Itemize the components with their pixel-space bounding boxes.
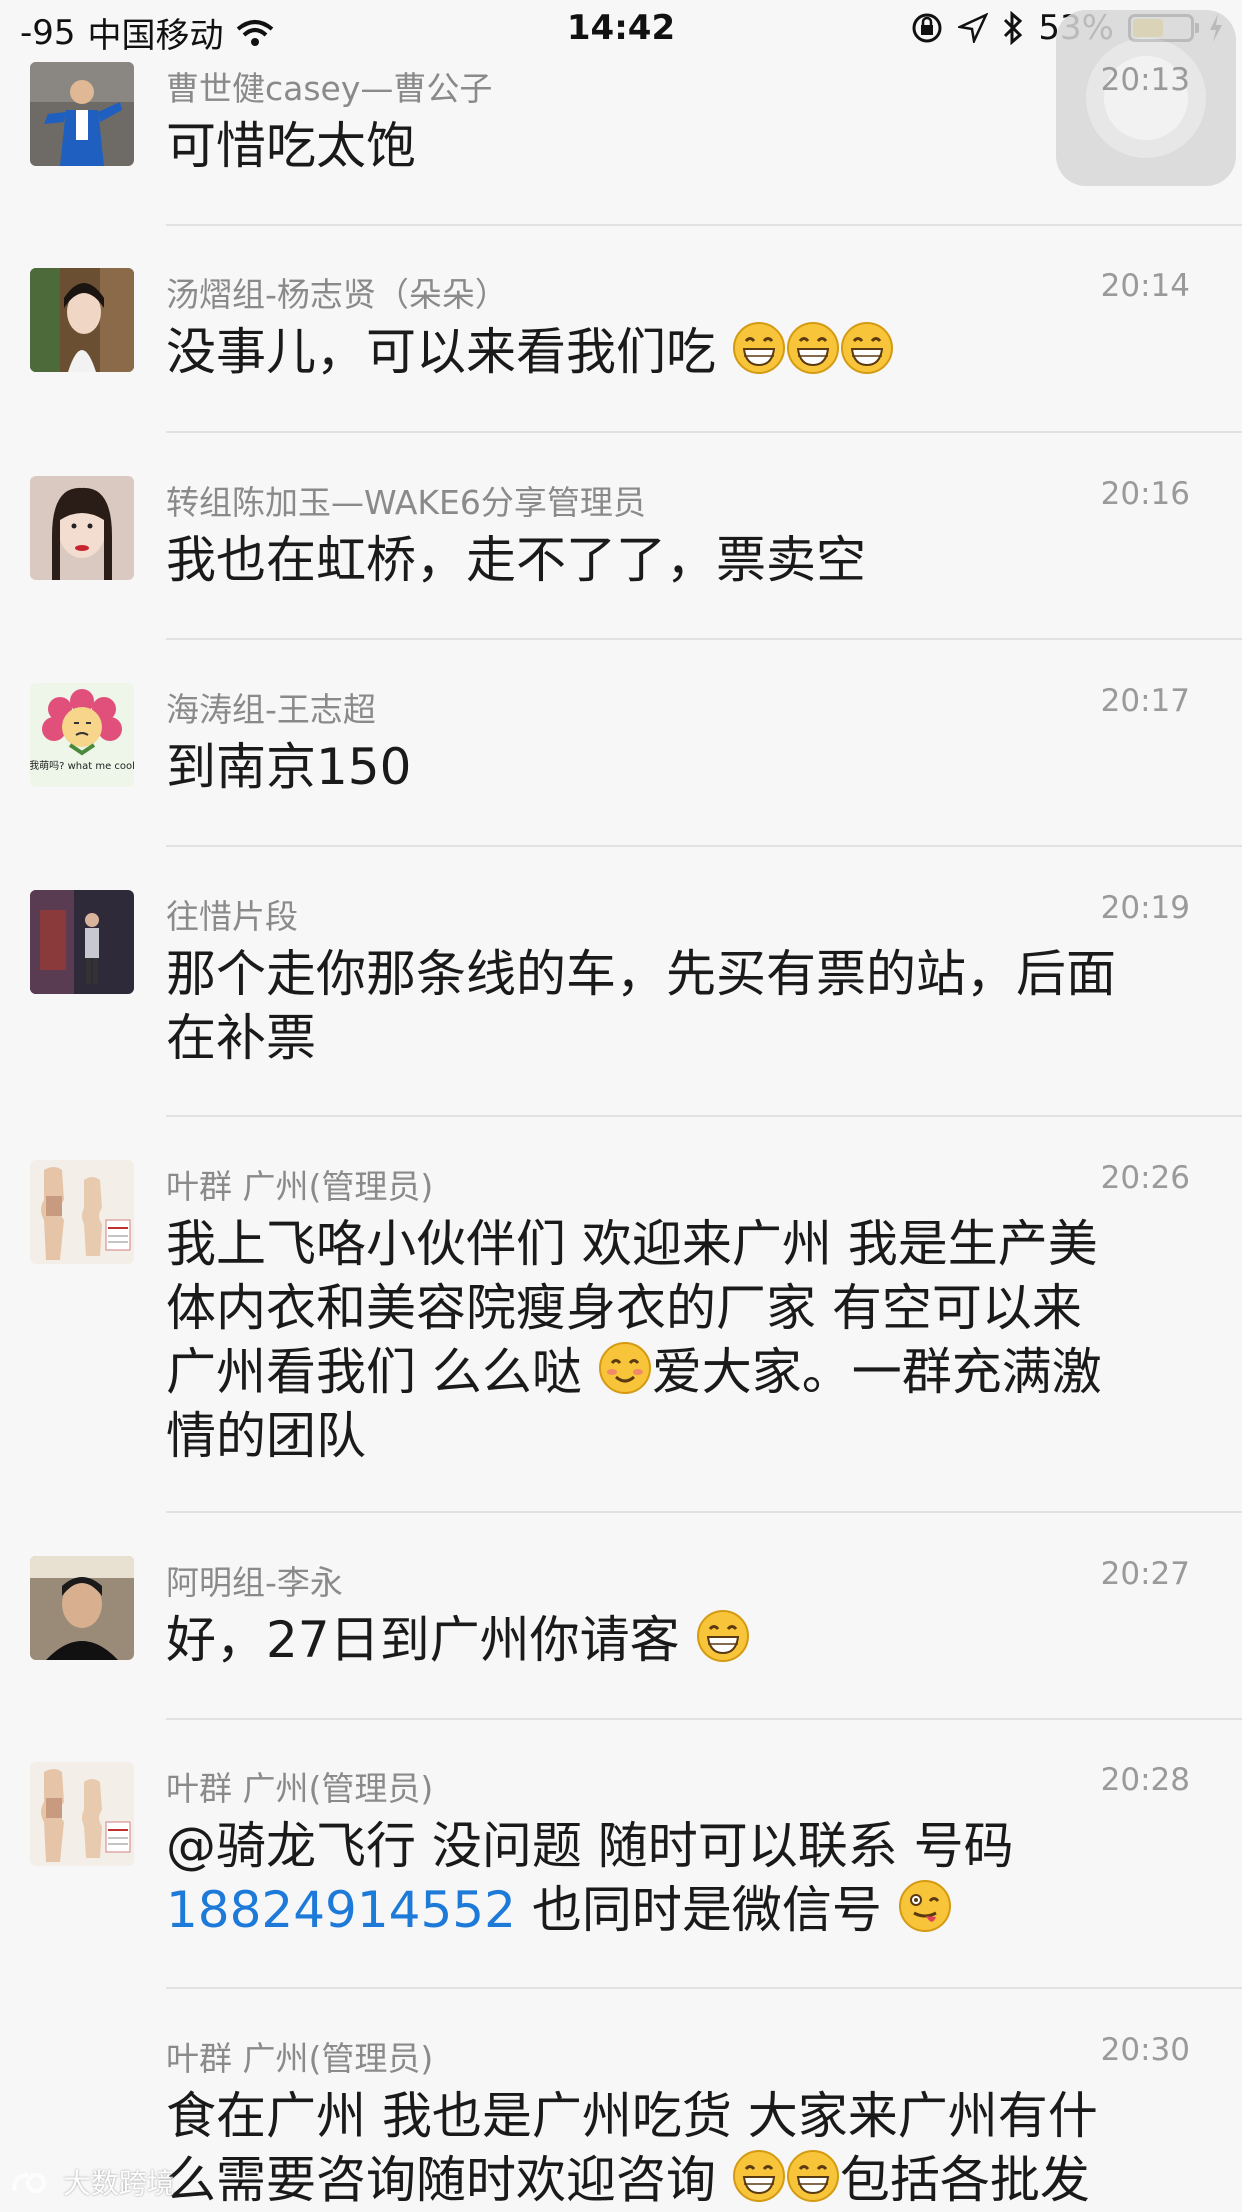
watermark: 大数跨境	[10, 2162, 175, 2202]
grin-emoji-icon	[696, 1610, 749, 1662]
message-text[interactable]: 我上飞咯小伙伴们 欢迎来广州 我是生产美 体内衣和美容院瘦身衣的厂家 有空可以来…	[166, 1212, 1176, 1468]
sender-name[interactable]: 叶群 广州(管理员)	[166, 1762, 433, 1810]
message-text-content: 好，27日到广州你请客	[166, 1611, 680, 1669]
message-text-segment: 广州看我们 么么哒	[166, 1343, 582, 1401]
avatar[interactable]	[30, 1556, 134, 1660]
divider	[166, 431, 1242, 433]
avatar[interactable]	[30, 1160, 134, 1264]
divider	[166, 1718, 1242, 1720]
message-time: 20:16	[1100, 476, 1190, 512]
message-text[interactable]: 我也在虹桥，走不了了，票卖空	[166, 528, 1176, 592]
sender-name[interactable]: 叶群 广州(管理员)	[166, 2032, 433, 2080]
message-time: 20:19	[1100, 890, 1190, 926]
watermark-logo-icon	[12, 2173, 46, 2193]
message-text-segment: 爱大家。一群充满激	[651, 1343, 1102, 1401]
sender-name[interactable]: 曹世健casey—曹公子	[166, 62, 492, 110]
watermark-text: 大数跨境	[62, 2167, 175, 2200]
orientation-lock-icon	[912, 13, 942, 43]
divider	[166, 1511, 1242, 1513]
bluetooth-icon	[1004, 11, 1023, 45]
avatar[interactable]: 我萌吗? what me cool	[30, 683, 134, 787]
divider	[166, 638, 1242, 640]
message-time: 20:13	[1100, 62, 1190, 98]
grin-emoji-icon	[786, 2150, 839, 2202]
phone-number-link[interactable]: 18824914552	[166, 1881, 516, 1939]
divider	[166, 845, 1242, 847]
message-time: 20:17	[1100, 683, 1190, 719]
blush-emoji-icon	[598, 1342, 651, 1394]
message-time: 20:27	[1100, 1556, 1190, 1592]
message-text-line: 广州看我们 么么哒 爱大家。一群充满激	[166, 1340, 1176, 1404]
message-text-segment: 包括各批发	[839, 2151, 1090, 2209]
message-text[interactable]: 没事儿，可以来看我们吃	[166, 320, 1176, 384]
message-text[interactable]: 好，27日到广州你请客	[166, 1608, 1176, 1672]
message-text[interactable]: @骑龙飞行 没问题 随时可以联系 号码 18824914552 也同时是微信号	[166, 1814, 1176, 1942]
avatar[interactable]	[30, 476, 134, 580]
message-text[interactable]: 可惜吃太饱	[166, 114, 1176, 178]
grin-emoji-icon	[840, 322, 893, 374]
message-text-line: @骑龙飞行 没问题 随时可以联系 号码	[166, 1817, 1014, 1875]
message-text[interactable]: 食在广州 我也是广州吃货 大家来广州有什 么需要咨询随时欢迎咨询 包括各批发	[166, 2084, 1176, 2212]
message-text-line: 那个走你那条线的车，先买有票的站，后面	[166, 945, 1116, 1003]
message-text-content: 到南京150	[166, 738, 412, 796]
sender-name[interactable]: 往惜片段	[166, 890, 298, 938]
message-text[interactable]: 那个走你那条线的车，先买有票的站，后面 在补票	[166, 942, 1176, 1070]
message-text-segment: 也同时是微信号	[515, 1881, 882, 1939]
sender-name[interactable]: 转组陈加玉—WAKE6分享管理员	[166, 476, 646, 524]
wink-tongue-emoji-icon	[898, 1880, 951, 1932]
message-text[interactable]: 到南京150	[166, 735, 1176, 799]
sender-name[interactable]: 汤熠组-杨志贤（朵朵）	[166, 268, 508, 316]
divider	[166, 1115, 1242, 1117]
message-text-content: 可惜吃太饱	[166, 117, 416, 175]
avatar[interactable]	[30, 890, 134, 994]
location-icon	[958, 13, 989, 43]
avatar[interactable]	[30, 1762, 134, 1866]
message-text-segment: 么需要咨询随时欢迎咨询	[166, 2151, 716, 2209]
message-text-content: 我也在虹桥，走不了了，票卖空	[166, 531, 866, 589]
divider	[166, 224, 1242, 226]
message-text-content: 没事儿，可以来看我们吃	[166, 323, 716, 381]
sender-name[interactable]: 阿明组-李永	[166, 1556, 343, 1604]
message-text-line: 体内衣和美容院瘦身衣的厂家 有空可以来	[166, 1279, 1082, 1337]
message-time: 20:30	[1100, 2032, 1190, 2068]
message-text-line: 么需要咨询随时欢迎咨询 包括各批发	[166, 2148, 1176, 2212]
message-text-line: 我上飞咯小伙伴们 欢迎来广州 我是生产美	[166, 1215, 1098, 1273]
message-time: 20:26	[1100, 1160, 1190, 1196]
avatar[interactable]	[30, 268, 134, 372]
grin-emoji-icon	[732, 322, 785, 374]
avatar[interactable]	[30, 62, 134, 166]
message-text-line: 食在广州 我也是广州吃货 大家来广州有什	[166, 2087, 1098, 2145]
grin-emoji-icon	[732, 2150, 785, 2202]
message-time: 20:28	[1100, 1762, 1190, 1798]
sender-name[interactable]: 叶群 广州(管理员)	[166, 1160, 433, 1208]
sender-name[interactable]: 海涛组-王志超	[166, 683, 376, 731]
message-text-line: 在补票	[166, 1009, 316, 1067]
grin-emoji-icon	[786, 322, 839, 374]
avatar-caption: 我萌吗? what me cool	[30, 759, 134, 772]
message-text-line: 情的团队	[166, 1407, 366, 1465]
message-text-line: 18824914552 也同时是微信号	[166, 1878, 1176, 1942]
divider	[166, 1987, 1242, 1989]
message-time: 20:14	[1100, 268, 1190, 304]
